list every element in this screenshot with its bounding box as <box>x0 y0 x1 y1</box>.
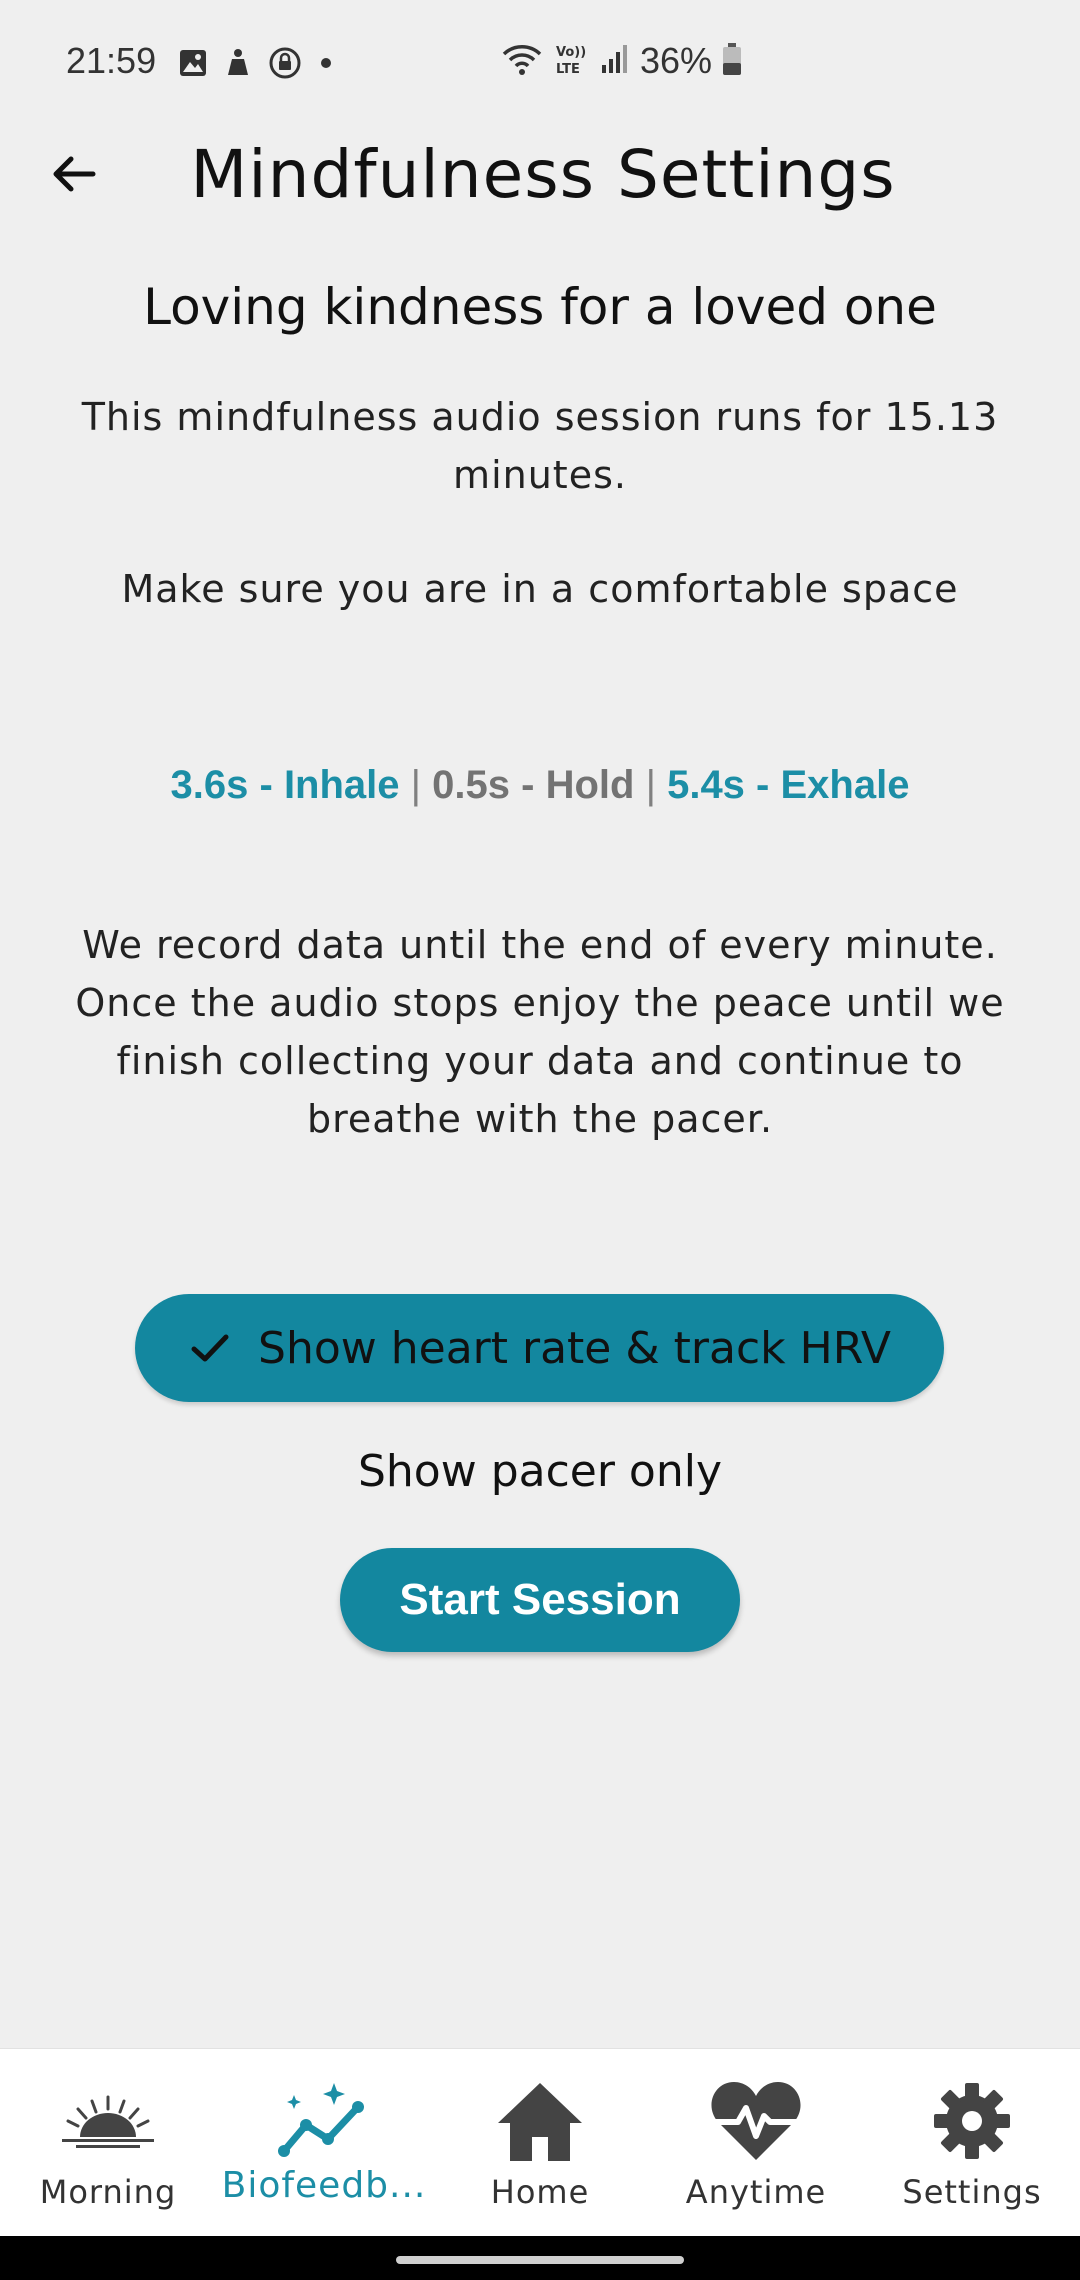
battery-icon <box>722 42 742 80</box>
svg-text:LTE: LTE <box>556 62 580 77</box>
heart-pulse-icon <box>696 2073 816 2169</box>
nav-label-home: Home <box>490 2173 590 2211</box>
status-icons-left <box>178 46 336 84</box>
page-title: Mindfulness Settings <box>190 136 896 213</box>
vpn-lock-icon <box>268 46 302 84</box>
battery-percent: 36% <box>639 40 712 81</box>
sparkle-graph-icon <box>264 2073 384 2169</box>
status-time: 21:59 <box>66 40 157 81</box>
sunrise-icon <box>48 2073 168 2169</box>
checkmark-icon <box>191 1334 229 1362</box>
separator: | <box>645 763 656 807</box>
status-bar: 21:59 Vo)) LTE 36% <box>0 0 1080 130</box>
dot-icon <box>316 53 336 77</box>
hold-duration: 0.5s - Hold <box>432 763 635 807</box>
inhale-duration: 3.6s - Inhale <box>170 763 400 807</box>
nav-item-home[interactable]: Home <box>432 2049 648 2237</box>
notification-icon <box>222 47 254 83</box>
svg-text:Vo)): Vo)) <box>556 45 586 60</box>
signal-icon <box>600 43 630 79</box>
session-duration-text: This mindfulness audio session runs for … <box>81 395 999 497</box>
nav-label-biofeedback: Biofeedb... <box>221 2165 427 2206</box>
start-session-button[interactable]: Start Session <box>340 1548 740 1652</box>
exhale-duration: 5.4s - Exhale <box>667 763 910 807</box>
separator: | <box>410 763 422 807</box>
nav-label-settings: Settings <box>902 2173 1042 2211</box>
wifi-icon <box>500 42 544 80</box>
volte-icon: Vo)) LTE <box>554 41 590 81</box>
nav-item-biofeedback[interactable]: Biofeedb... <box>216 2049 432 2237</box>
show-heart-rate-label: Show heart rate & track HRV <box>258 1322 891 1374</box>
nav-item-settings[interactable]: Settings <box>864 2049 1080 2237</box>
nav-item-anytime[interactable]: Anytime <box>648 2049 864 2237</box>
show-pacer-only-option[interactable]: Show pacer only <box>0 1440 1080 1504</box>
gear-icon <box>912 2073 1032 2169</box>
bottom-navigation: Morning Biofeedb... Home Anytime Setting… <box>0 2048 1080 2237</box>
recording-info-text: We record data until the end of every mi… <box>75 923 1005 1141</box>
breathing-pattern: 3.6s - Inhale | 0.5s - Hold | 5.4s - Exh… <box>0 755 1080 815</box>
nav-label-anytime: Anytime <box>685 2173 827 2211</box>
show-heart-rate-toggle[interactable]: Show heart rate & track HRV <box>135 1294 944 1402</box>
nav-label-morning: Morning <box>39 2173 177 2211</box>
home-icon <box>480 2073 600 2169</box>
home-gesture-handle[interactable] <box>396 2256 684 2264</box>
session-title: Loving kindness for a loved one <box>143 278 937 336</box>
comfort-text: Make sure you are in a comfortable space <box>121 567 959 611</box>
nav-item-morning[interactable]: Morning <box>0 2049 216 2237</box>
image-icon <box>178 48 208 82</box>
status-icons-right: Vo)) LTE 36% <box>500 40 742 82</box>
